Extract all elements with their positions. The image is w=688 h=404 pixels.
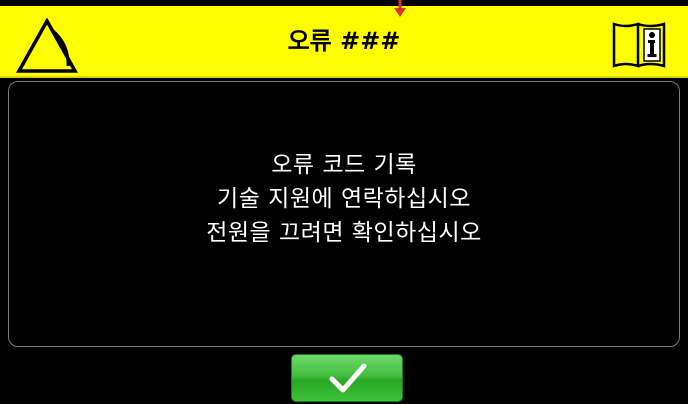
message-line: 기술 지원에 연락하십시오 [217, 186, 471, 212]
message-line: 오류 코드 기록 [271, 152, 417, 178]
checkmark-icon [329, 363, 367, 393]
error-message: 오류 코드 기록 기술 지원에 연락하십시오 전원을 끄려면 확인하십시오 [9, 148, 679, 250]
page-title: 오류 ### [287, 27, 401, 55]
error-screen: 오류 ### 오류 코드 기록 기술 지원에 연락하십시오 전원을 끄려면 확인… [0, 0, 688, 404]
manual-info-icon[interactable] [610, 20, 670, 70]
pointer-marker [394, 0, 406, 17]
confirm-button[interactable] [291, 354, 403, 402]
message-panel: 오류 코드 기록 기술 지원에 연락하십시오 전원을 끄려면 확인하십시오 [8, 81, 680, 347]
message-line: 전원을 끄려면 확인하십시오 [206, 220, 482, 246]
header-bar: 오류 ### [0, 6, 688, 78]
